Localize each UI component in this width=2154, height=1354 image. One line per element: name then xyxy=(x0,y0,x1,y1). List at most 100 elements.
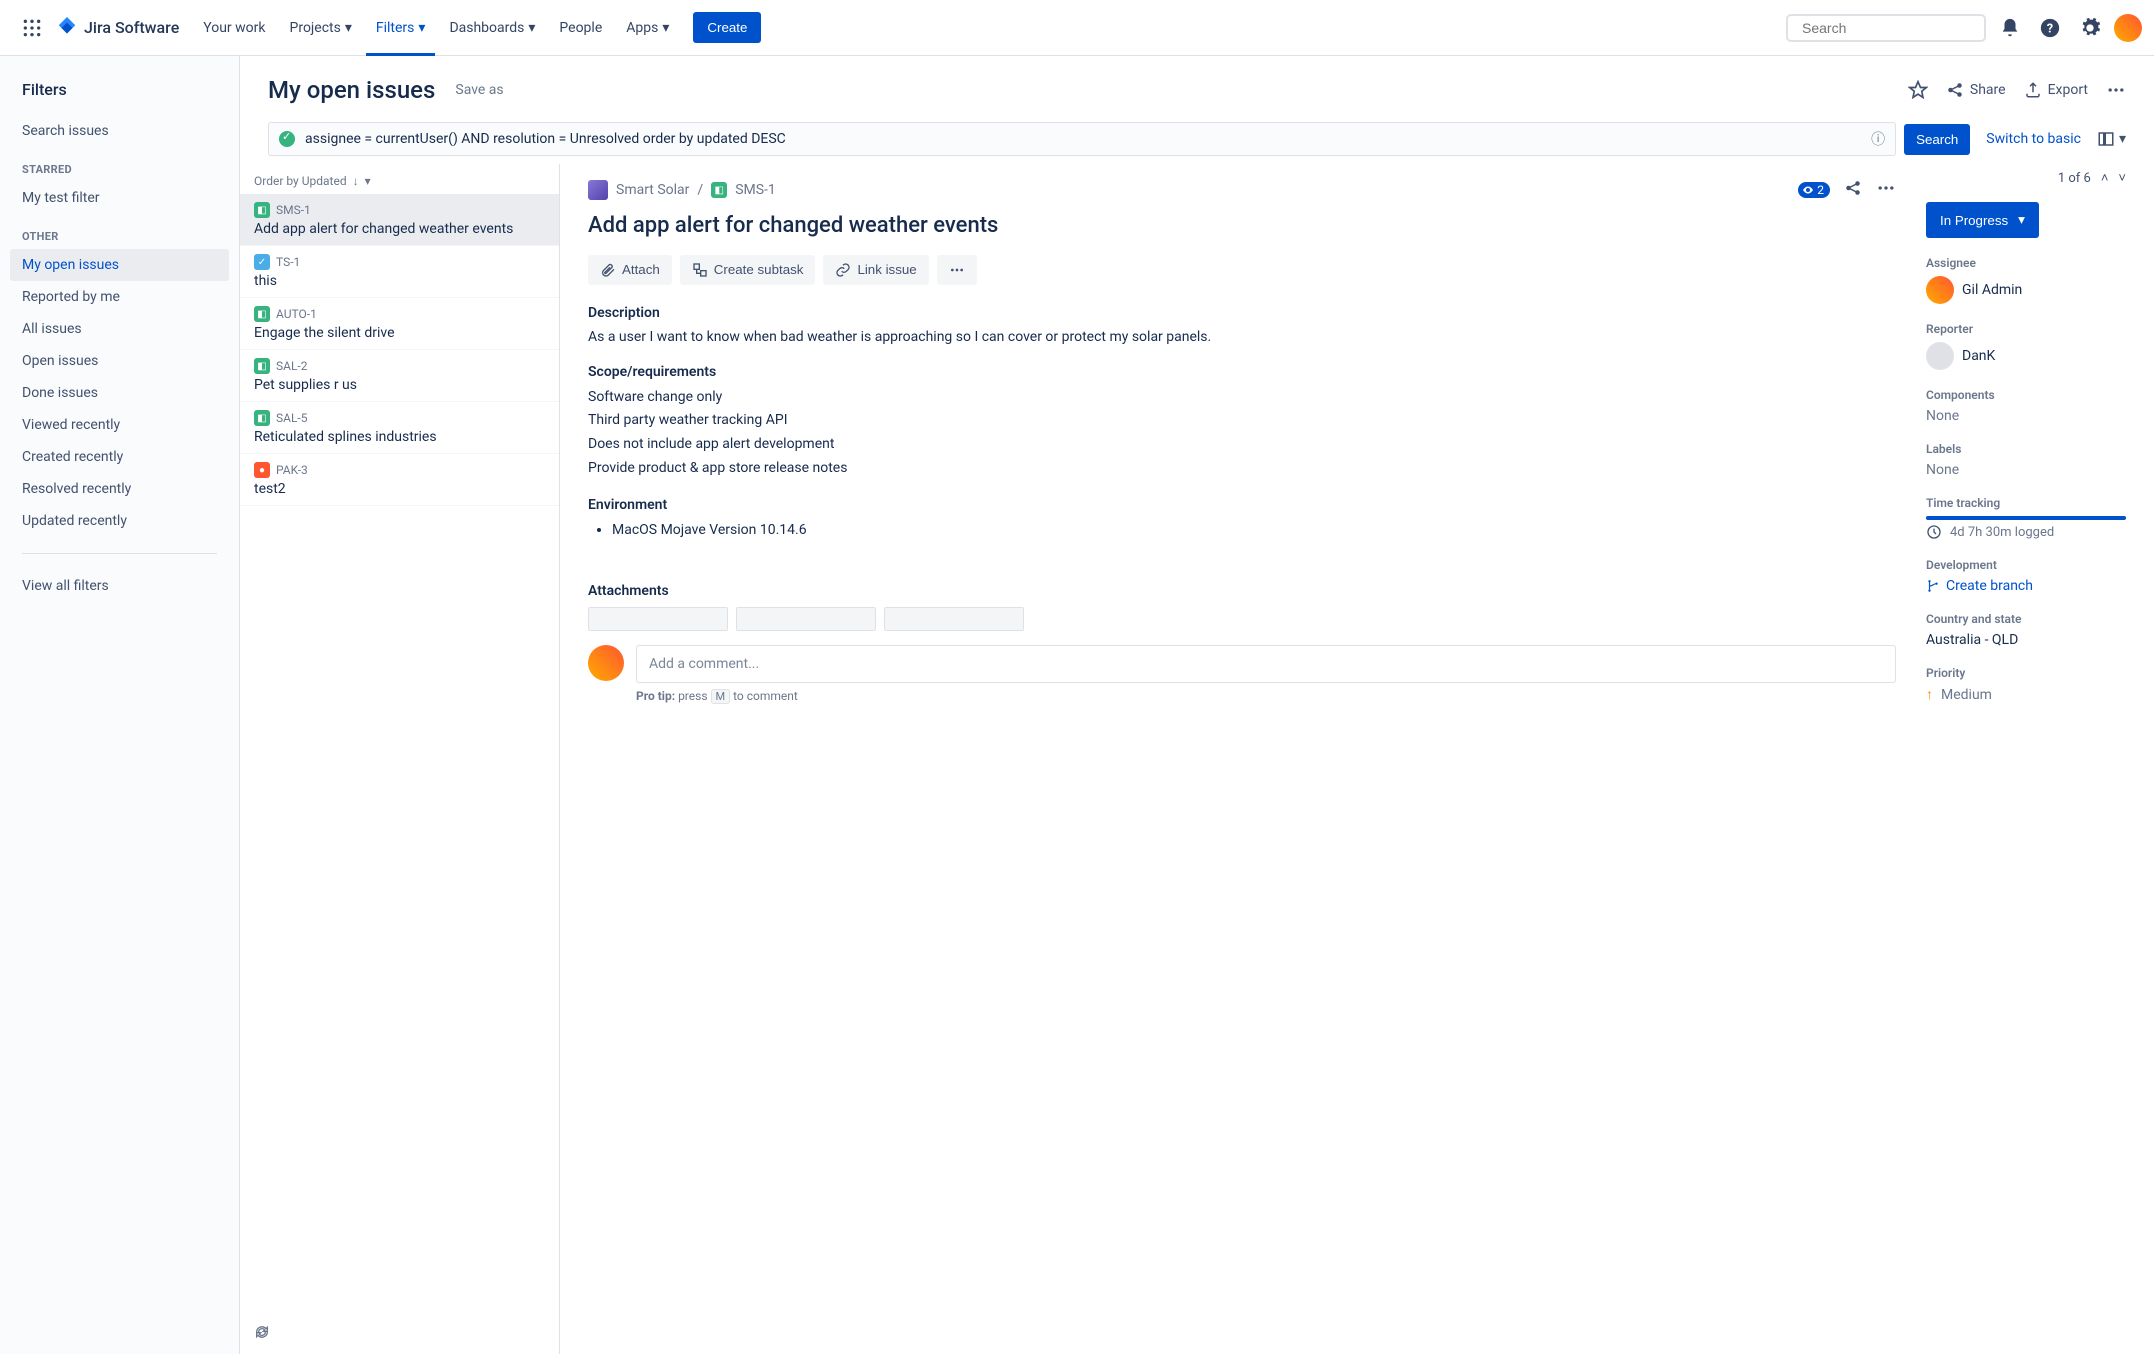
labels-value[interactable]: None xyxy=(1926,462,2126,478)
global-search[interactable] xyxy=(1786,14,1986,42)
status-dropdown[interactable]: In Progress ▾ xyxy=(1926,202,2039,238)
scope-item: Does not include app alert development xyxy=(588,433,1896,457)
search-input[interactable] xyxy=(1802,20,1983,36)
star-filter-icon[interactable] xyxy=(1908,80,1928,100)
notifications-icon[interactable] xyxy=(1994,12,2026,44)
nav-projects[interactable]: Projects▾ xyxy=(280,12,362,44)
switch-to-basic-link[interactable]: Switch to basic xyxy=(1978,131,2089,147)
refresh-icon[interactable] xyxy=(254,1324,270,1344)
app-switcher-icon[interactable] xyxy=(20,16,44,40)
jql-valid-icon xyxy=(279,131,295,147)
issue-key: SAL-2 xyxy=(276,359,307,373)
issue-title[interactable]: Add app alert for changed weather events xyxy=(588,212,1896,241)
primary-nav: Your work Projects▾ Filters▾ Dashboards▾… xyxy=(191,0,1786,56)
attachment-thumbnail[interactable] xyxy=(588,607,728,631)
sidebar-resolved-recently[interactable]: Resolved recently xyxy=(10,473,229,505)
environment-list: MacOS Mojave Version 10.14.6 xyxy=(588,519,1896,543)
link-issue-button[interactable]: Link issue xyxy=(823,255,928,285)
jira-logo[interactable]: Jira Software xyxy=(56,17,179,39)
nav-filters[interactable]: Filters▾ xyxy=(366,0,436,56)
sidebar-done-issues[interactable]: Done issues xyxy=(10,377,229,409)
settings-icon[interactable] xyxy=(2074,12,2106,44)
issue-card[interactable]: ◧AUTO-1Engage the silent drive xyxy=(240,298,559,350)
issue-card[interactable]: ✓TS-1this xyxy=(240,246,559,298)
sort-direction-icon[interactable]: ↓ xyxy=(353,174,359,188)
paperclip-icon xyxy=(600,262,616,278)
sidebar-created-recently[interactable]: Created recently xyxy=(10,441,229,473)
sidebar-open-issues[interactable]: Open issues xyxy=(10,345,229,377)
nav-your-work[interactable]: Your work xyxy=(193,12,275,44)
pager-prev-icon[interactable]: ˄ xyxy=(2101,170,2109,186)
chevron-down-icon: ▾ xyxy=(345,20,352,36)
assignee-label: Assignee xyxy=(1926,256,2126,270)
view-toggle-icon[interactable]: ▾ xyxy=(2097,130,2126,148)
sidebar-starred-item[interactable]: My test filter xyxy=(10,182,229,214)
sidebar-updated-recently[interactable]: Updated recently xyxy=(10,505,229,537)
issue-key: TS-1 xyxy=(276,255,300,269)
jql-search-button[interactable]: Search xyxy=(1904,124,1970,155)
chevron-down-icon: ▾ xyxy=(418,20,425,36)
issue-card[interactable]: ◧SAL-5Reticulated splines industries xyxy=(240,402,559,454)
order-by-bar[interactable]: Order by Updated ↓ ▾ xyxy=(240,164,559,194)
sidebar-title: Filters xyxy=(10,76,229,115)
issue-card[interactable]: ●PAK-3test2 xyxy=(240,454,559,506)
environment-item: MacOS Mojave Version 10.14.6 xyxy=(612,519,1896,543)
issue-key: AUTO-1 xyxy=(276,307,317,321)
priority-value[interactable]: ↑ Medium xyxy=(1926,686,2126,703)
nav-people[interactable]: People xyxy=(549,12,612,44)
export-button[interactable]: Export xyxy=(2024,81,2088,99)
priority-label: Priority xyxy=(1926,666,2126,680)
create-branch-link[interactable]: Create branch xyxy=(1926,578,2126,594)
comment-input[interactable]: Add a comment... xyxy=(636,645,1896,683)
nav-apps[interactable]: Apps▾ xyxy=(616,12,679,44)
priority-icon: ↑ xyxy=(1926,686,1933,703)
issue-summary: this xyxy=(254,273,545,289)
issue-actions-more-button[interactable] xyxy=(937,255,977,285)
assignee-value[interactable]: Gil Admin xyxy=(1926,276,2126,304)
time-tracking-label: Time tracking xyxy=(1926,496,2126,510)
attachment-thumbnail[interactable] xyxy=(884,607,1024,631)
sidebar-divider xyxy=(22,553,217,554)
help-icon[interactable]: ? xyxy=(2034,12,2066,44)
create-subtask-button[interactable]: Create subtask xyxy=(680,255,816,285)
issue-summary: test2 xyxy=(254,481,545,497)
page-title: My open issues xyxy=(268,76,435,104)
sidebar-my-open-issues[interactable]: My open issues xyxy=(10,249,229,281)
sidebar-reported-by-me[interactable]: Reported by me xyxy=(10,281,229,313)
create-button[interactable]: Create xyxy=(693,12,761,43)
components-value[interactable]: None xyxy=(1926,408,2126,424)
scope-item: Third party weather tracking API xyxy=(588,409,1896,433)
issue-side-panel: In Progress ▾ Assignee Gil Admin Reporte… xyxy=(1926,178,2126,1314)
issue-summary: Add app alert for changed weather events xyxy=(254,221,545,237)
sidebar-all-issues[interactable]: All issues xyxy=(10,313,229,345)
attachment-thumbnail[interactable] xyxy=(736,607,876,631)
more-actions-icon[interactable] xyxy=(2106,80,2126,100)
jql-help-icon[interactable]: ⓘ xyxy=(1871,129,1885,149)
reporter-value[interactable]: DanK xyxy=(1926,342,2126,370)
scope-list: Software change onlyThird party weather … xyxy=(588,386,1896,481)
sidebar-view-all-filters[interactable]: View all filters xyxy=(10,570,229,602)
sidebar-viewed-recently[interactable]: Viewed recently xyxy=(10,409,229,441)
nav-dashboards[interactable]: Dashboards▾ xyxy=(439,12,545,44)
pager-next-icon[interactable]: ˅ xyxy=(2118,170,2126,186)
link-icon xyxy=(835,262,851,278)
description-text[interactable]: As a user I want to know when bad weathe… xyxy=(588,327,1896,348)
time-tracking-value[interactable]: 4d 7h 30m logged xyxy=(1926,524,2126,540)
page-header: My open issues Save as Share Export xyxy=(240,56,2154,114)
top-nav: Jira Software Your work Projects▾ Filter… xyxy=(0,0,2154,56)
issue-type-icon: ● xyxy=(254,462,270,478)
jql-input-box[interactable]: assignee = currentUser() AND resolution … xyxy=(268,122,1896,156)
issue-card[interactable]: ◧SAL-2Pet supplies r us xyxy=(240,350,559,402)
user-avatar[interactable] xyxy=(2114,14,2142,42)
nav-right: ? xyxy=(1786,12,2142,44)
attach-button[interactable]: Attach xyxy=(588,255,672,285)
issue-card[interactable]: ◧SMS-1Add app alert for changed weather … xyxy=(240,194,559,246)
save-as-link[interactable]: Save as xyxy=(455,82,503,98)
chevron-down-icon[interactable]: ▾ xyxy=(365,174,371,188)
sidebar-search-issues[interactable]: Search issues xyxy=(10,115,229,147)
components-label: Components xyxy=(1926,388,2126,402)
issue-type-icon: ◧ xyxy=(254,306,270,322)
country-value[interactable]: Australia - QLD xyxy=(1926,632,2126,648)
labels-label: Labels xyxy=(1926,442,2126,456)
share-button[interactable]: Share xyxy=(1946,81,2006,99)
